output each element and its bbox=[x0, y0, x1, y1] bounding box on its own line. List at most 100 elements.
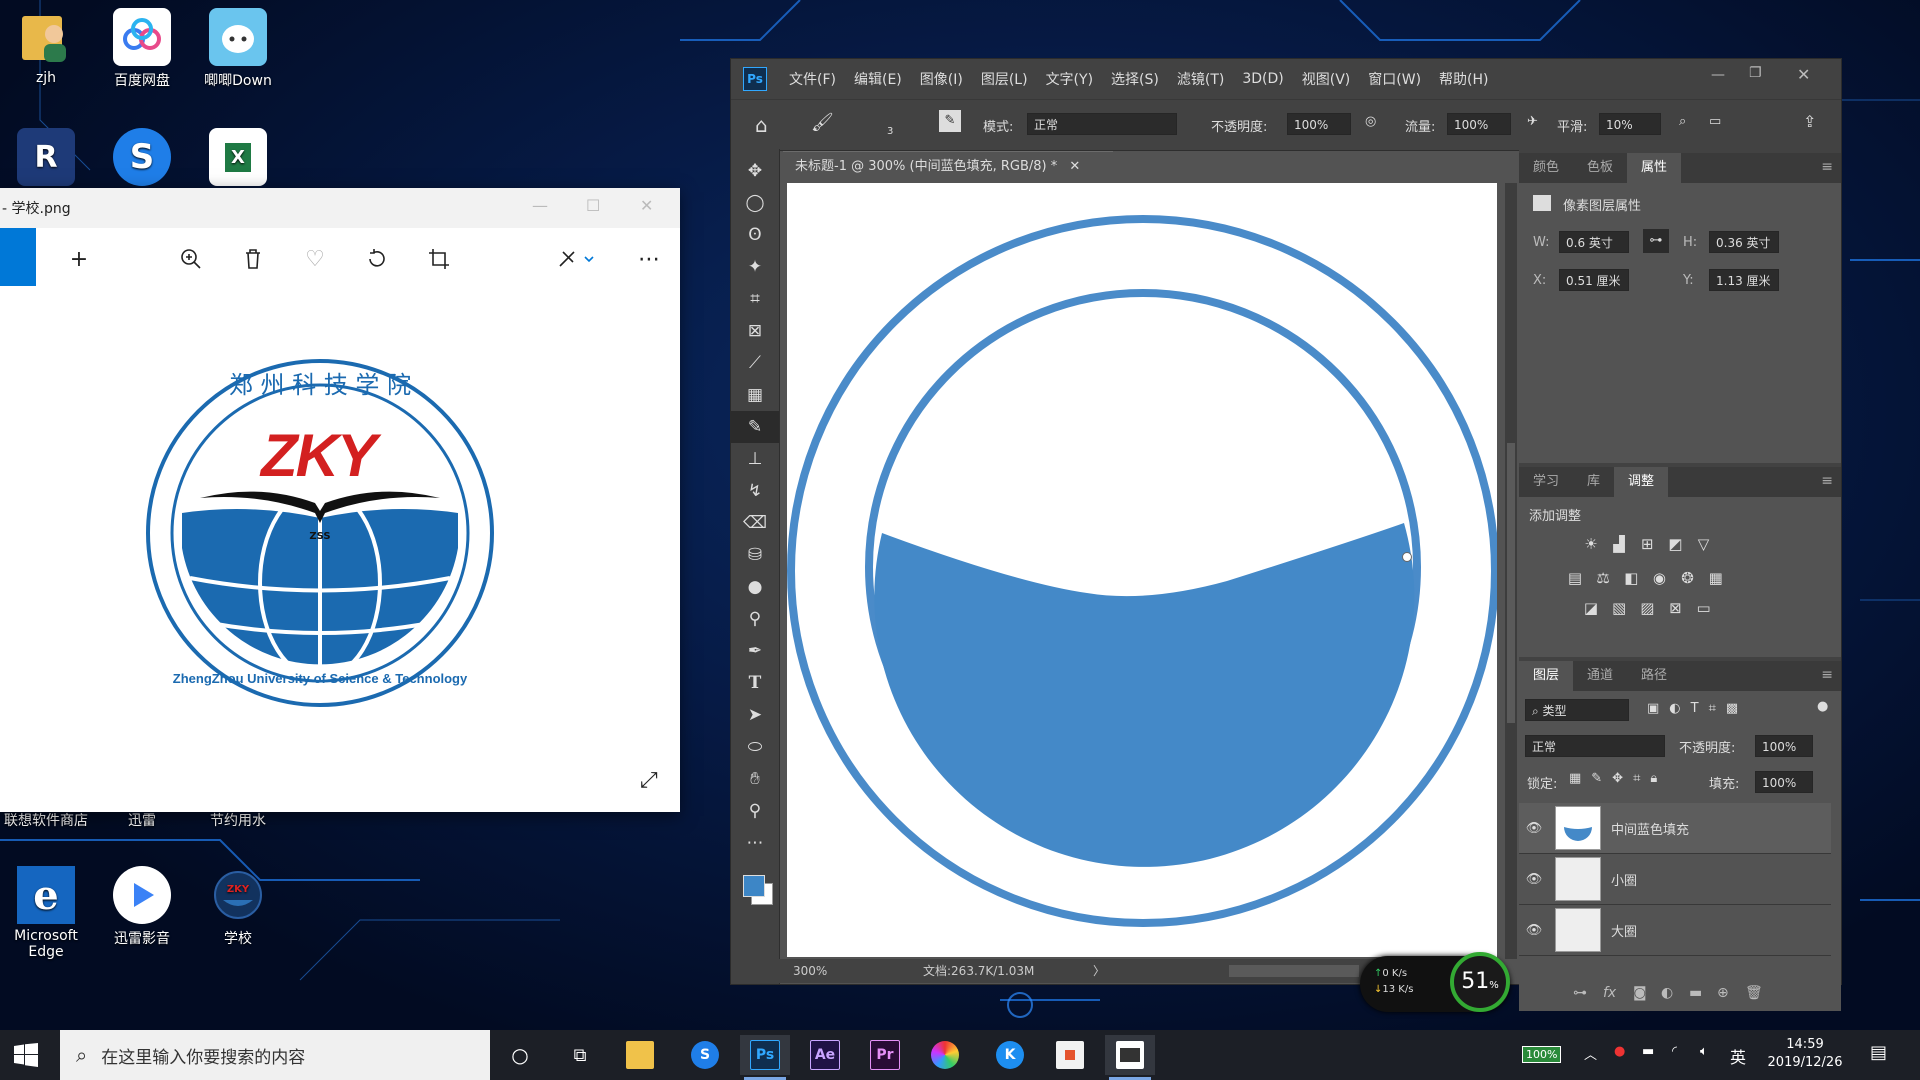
gradient-map-icon[interactable]: ▭ bbox=[1692, 597, 1716, 619]
channel-mixer-icon[interactable]: ❂ bbox=[1676, 567, 1700, 589]
brush-preset-icon[interactable]: 🖌︎ bbox=[811, 112, 834, 133]
layer-fx-icon[interactable]: fx bbox=[1603, 985, 1616, 1001]
tray-expand-icon[interactable]: ︿ bbox=[1584, 1044, 1597, 1063]
desktop-icon-baidu-netdisk[interactable]: 百度网盘 bbox=[100, 8, 184, 90]
layer-filter-icons[interactable]: ▣◐T⌗▩ bbox=[1647, 701, 1748, 716]
menu-edit[interactable]: 编辑(E) bbox=[854, 69, 902, 89]
menu-image[interactable]: 图像(I) bbox=[920, 69, 963, 89]
type-tool-icon[interactable]: T bbox=[731, 667, 779, 699]
fill-input[interactable]: 100% bbox=[1755, 771, 1813, 793]
eyedropper-tool-icon[interactable]: ⟋ bbox=[731, 347, 779, 379]
menu-select[interactable]: 选择(S) bbox=[1111, 69, 1159, 89]
panel-menu-icon[interactable]: ≡ bbox=[1821, 473, 1833, 489]
favorite-icon[interactable]: ♡ bbox=[298, 242, 332, 276]
posterize-icon[interactable]: ▧ bbox=[1607, 597, 1631, 619]
new-adjustment-icon[interactable]: ◐ bbox=[1661, 985, 1673, 1001]
start-button[interactable] bbox=[14, 1043, 38, 1067]
close-button[interactable]: ✕ bbox=[640, 196, 653, 215]
foreground-color-swatch[interactable] bbox=[743, 875, 765, 897]
brightness-icon[interactable]: ☀ bbox=[1579, 533, 1603, 555]
layer-row-small-circle[interactable]: 👁︎ 小圈 bbox=[1519, 854, 1831, 905]
taskbar-file-explorer[interactable] bbox=[615, 1035, 665, 1075]
crop-icon[interactable] bbox=[422, 242, 456, 276]
cortana-button[interactable]: ○ bbox=[495, 1035, 545, 1075]
desktop-icon-lenovo-store[interactable]: R bbox=[4, 128, 88, 188]
visibility-eye-icon[interactable]: 👁︎ bbox=[1519, 821, 1549, 836]
task-view-button[interactable]: ⧉ bbox=[555, 1035, 605, 1075]
invert-icon[interactable]: ◪ bbox=[1579, 597, 1603, 619]
opacity-input[interactable]: 100% bbox=[1287, 113, 1351, 135]
ps-minimize-button[interactable]: — bbox=[1711, 67, 1725, 83]
zoom-tool-icon[interactable]: ⚲ bbox=[731, 795, 779, 827]
menu-file[interactable]: 文件(F) bbox=[789, 69, 836, 89]
layer-opacity-input[interactable]: 100% bbox=[1755, 735, 1813, 757]
pen-tool-icon[interactable]: ✒︎ bbox=[731, 635, 779, 667]
color-balance-icon[interactable]: ⚖ bbox=[1591, 567, 1615, 589]
desktop-icon-thunder[interactable]: S bbox=[100, 128, 184, 188]
tab-properties[interactable]: 属性 bbox=[1627, 153, 1682, 183]
menu-3d[interactable]: 3D(D) bbox=[1242, 71, 1283, 87]
delete-icon[interactable] bbox=[236, 242, 270, 276]
menu-layer[interactable]: 图层(L) bbox=[981, 69, 1028, 89]
tab-learn[interactable]: 学习 bbox=[1519, 467, 1573, 497]
more-tools-icon[interactable]: ⋯ bbox=[731, 827, 779, 859]
blur-tool-icon[interactable]: ● bbox=[731, 571, 779, 603]
taskbar-app-orange[interactable] bbox=[1045, 1035, 1095, 1075]
taskbar-photos[interactable] bbox=[1105, 1035, 1155, 1080]
black-white-icon[interactable]: ◧ bbox=[1619, 567, 1643, 589]
rotate-icon[interactable] bbox=[360, 242, 394, 276]
taskbar-after-effects[interactable]: Ae bbox=[800, 1035, 850, 1075]
taskbar-kugou[interactable]: K bbox=[985, 1035, 1035, 1075]
pressure-opacity-icon[interactable]: ◎ bbox=[1365, 114, 1376, 129]
menu-help[interactable]: 帮助(H) bbox=[1439, 69, 1488, 89]
fullscreen-icon[interactable]: ⤢ bbox=[640, 768, 658, 793]
x-input[interactable]: 0.51 厘米 bbox=[1559, 269, 1629, 291]
layer-row-large-circle[interactable]: 👁︎ 大圈 bbox=[1519, 905, 1831, 956]
eraser-tool-icon[interactable]: ⌫ bbox=[731, 507, 779, 539]
search-icon[interactable]: ⌕ bbox=[1679, 114, 1686, 129]
desktop-icon-jijidown[interactable]: 唧唧Down bbox=[196, 8, 280, 90]
add-mask-icon[interactable]: ◙ bbox=[1633, 985, 1647, 1001]
height-input[interactable]: 0.36 英寸 bbox=[1709, 231, 1779, 253]
frame-tool-icon[interactable]: ⊠ bbox=[731, 315, 779, 347]
desktop-icon-water-excel[interactable]: X bbox=[196, 128, 280, 188]
tray-app-icon[interactable]: ● bbox=[1614, 1044, 1625, 1059]
exposure-icon[interactable]: ◩ bbox=[1663, 533, 1687, 555]
panel-menu-icon[interactable]: ≡ bbox=[1821, 667, 1833, 683]
lock-icons[interactable]: ▦✎✥⌗🔒︎ bbox=[1569, 771, 1667, 786]
add-icon[interactable]: + bbox=[62, 242, 96, 276]
flow-input[interactable]: 100% bbox=[1447, 113, 1511, 135]
layer-filter-select[interactable]: ⌕ 类型 bbox=[1525, 699, 1629, 721]
crop-tool-icon[interactable]: ⌗ bbox=[731, 283, 779, 315]
color-swatches[interactable] bbox=[731, 859, 779, 909]
tab-color[interactable]: 颜色 bbox=[1519, 153, 1573, 183]
volume-icon[interactable]: 🔈︎ bbox=[1700, 1044, 1708, 1059]
input-method-indicator[interactable]: 英 bbox=[1730, 1044, 1746, 1068]
action-center-icon[interactable]: ▤ bbox=[1870, 1042, 1887, 1063]
clock[interactable]: 14:59 2019/12/26 bbox=[1760, 1036, 1850, 1072]
net-speed-widget[interactable]: ↑0 K/s ↓13 K/s 51% bbox=[1360, 952, 1510, 1012]
menu-window[interactable]: 窗口(W) bbox=[1368, 69, 1421, 89]
tab-paths[interactable]: 路径 bbox=[1627, 661, 1681, 691]
hue-saturation-icon[interactable]: ▤ bbox=[1563, 567, 1587, 589]
canvas-vertical-scrollbar[interactable] bbox=[1505, 183, 1517, 959]
new-group-icon[interactable]: ▬ bbox=[1689, 985, 1702, 1001]
share-icon[interactable]: ⇪ bbox=[1803, 112, 1816, 131]
healing-tool-icon[interactable]: ▦ bbox=[731, 379, 779, 411]
filter-toggle-icon[interactable]: ● bbox=[1817, 699, 1828, 714]
delete-layer-icon[interactable]: 🗑︎ bbox=[1745, 985, 1763, 1001]
visibility-eye-icon[interactable]: 👁︎ bbox=[1519, 923, 1549, 938]
vibrance-icon[interactable]: ▽ bbox=[1692, 533, 1716, 555]
dodge-tool-icon[interactable]: ⚲ bbox=[731, 603, 779, 635]
ps-restore-button[interactable]: ❐ bbox=[1749, 65, 1762, 81]
marquee-tool-icon[interactable]: ◯ bbox=[731, 187, 779, 219]
edit-create-icon[interactable] bbox=[552, 242, 602, 276]
mode-select[interactable]: 正常 bbox=[1027, 113, 1177, 135]
menu-view[interactable]: 视图(V) bbox=[1302, 69, 1351, 89]
airbrush-icon[interactable]: ✈︎ bbox=[1527, 114, 1538, 129]
brush-size-value[interactable]: 3 bbox=[887, 126, 893, 137]
desktop-icon-edge[interactable]: e Microsoft Edge bbox=[4, 866, 88, 960]
canvas-horizontal-scrollbar[interactable] bbox=[1229, 965, 1359, 977]
zoom-level[interactable]: 300% bbox=[793, 959, 827, 983]
taskbar-premiere[interactable]: Pr bbox=[860, 1035, 910, 1075]
